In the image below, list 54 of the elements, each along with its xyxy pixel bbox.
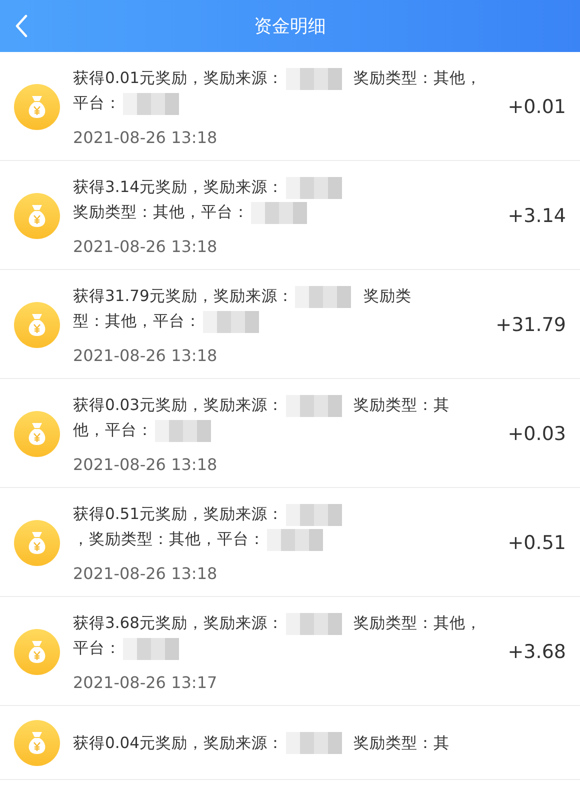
amount-text: +0.03 [508, 422, 566, 444]
reward-description: 奖励类型：其他， [354, 69, 482, 87]
record-time: 2021-08-26 13:18 [73, 346, 218, 365]
reward-description: ，奖励类型：其他， [73, 530, 217, 548]
redaction-mosaic [286, 68, 342, 90]
amount-text: +3.14 [508, 204, 566, 226]
redaction-mosaic [286, 504, 342, 526]
money-bag-icon [14, 84, 60, 130]
redaction-mosaic [123, 92, 179, 115]
record-time: 2021-08-26 13:18 [73, 564, 218, 583]
record-time: 2021-08-26 13:18 [73, 455, 218, 474]
record-time: 2021-08-26 13:17 [73, 673, 218, 692]
amount-text: +31.79 [496, 314, 566, 336]
reward-description: 奖励类型：其 [354, 734, 450, 752]
redaction-mosaic [286, 612, 342, 635]
reward-description: 获得0.01元奖励，奖励来源： [73, 69, 284, 87]
redaction-mosaic [295, 286, 352, 308]
reward-description: 台： [217, 203, 249, 221]
amount-text: +0.01 [508, 96, 566, 118]
reward-description: 获得3.68元奖励，奖励来源： [73, 614, 284, 632]
reward-description: 奖励类型：其 [354, 396, 450, 414]
money-bag-icon [14, 302, 60, 348]
reward-description: 他，平台： [73, 421, 153, 439]
reward-description: 获得31.79元奖励，奖励来源： [73, 287, 294, 305]
reward-description: 获得0.51元奖励，奖励来源： [73, 505, 284, 523]
redaction-mosaic [267, 528, 323, 551]
redaction-mosaic [203, 310, 259, 333]
redaction-mosaic [286, 394, 342, 417]
money-bag-icon [14, 720, 60, 766]
reward-description: 获得0.04元奖励，奖励来源： [73, 734, 284, 752]
record-time: 2021-08-26 13:18 [73, 128, 218, 147]
money-bag-icon [14, 192, 60, 238]
reward-description: 平台： [73, 94, 121, 112]
back-icon[interactable] [14, 14, 28, 38]
redaction-mosaic [251, 202, 307, 224]
money-bag-icon [14, 410, 60, 456]
reward-description: 型：其他，平台： [73, 312, 201, 330]
reward-description: 平台： [73, 639, 121, 657]
record-time: 2021-08-26 13:18 [73, 237, 218, 256]
amount-text: +3.68 [508, 640, 566, 662]
redaction-mosaic [286, 732, 342, 754]
redaction-mosaic [155, 420, 211, 442]
reward-description: 平台： [217, 530, 265, 548]
money-bag-icon [14, 628, 60, 674]
amount-text: +0.51 [508, 532, 566, 554]
reward-description: 奖励类型：其他， [354, 614, 482, 632]
reward-description: 奖励类型：其他，平 [73, 203, 217, 221]
page-title: 资金明细 [254, 15, 326, 38]
money-bag-icon [14, 520, 60, 566]
reward-description: 获得0.03元奖励，奖励来源： [73, 396, 284, 414]
redaction-mosaic [286, 176, 342, 199]
redaction-mosaic [123, 638, 179, 660]
reward-description: 奖励类 [363, 287, 412, 305]
reward-description: 获得3.14元奖励，奖励来源： [73, 178, 284, 196]
